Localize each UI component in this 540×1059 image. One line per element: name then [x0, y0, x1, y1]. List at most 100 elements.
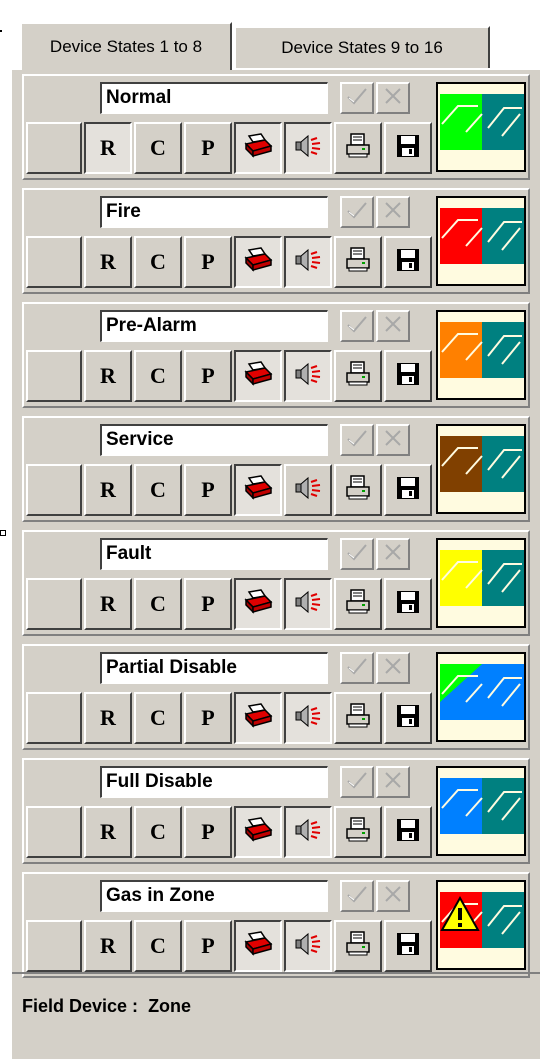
blank-button[interactable]: [26, 464, 82, 516]
sound-toggle-button[interactable]: [284, 122, 332, 174]
report-print-button[interactable]: [334, 920, 382, 972]
blank-button[interactable]: [26, 350, 82, 402]
blank-button[interactable]: [26, 692, 82, 744]
c-button[interactable]: C: [134, 692, 182, 744]
save-button[interactable]: [384, 578, 432, 630]
c-button[interactable]: C: [134, 464, 182, 516]
cancel-button[interactable]: [376, 424, 410, 456]
p-button[interactable]: P: [184, 236, 232, 288]
sound-toggle-button[interactable]: [284, 920, 332, 972]
p-button[interactable]: P: [184, 692, 232, 744]
tab-device-states-1-8[interactable]: Device States 1 to 8: [20, 22, 232, 70]
p-button[interactable]: P: [184, 806, 232, 858]
r-label: R: [100, 705, 116, 730]
blank-button[interactable]: [26, 920, 82, 972]
p-button[interactable]: P: [184, 122, 232, 174]
sound-toggle-button[interactable]: [284, 350, 332, 402]
p-button[interactable]: P: [184, 350, 232, 402]
r-button[interactable]: R: [84, 806, 132, 858]
c-button[interactable]: C: [134, 920, 182, 972]
ok-button[interactable]: [340, 424, 374, 456]
print-toggle-button[interactable]: [234, 464, 282, 516]
blank-button[interactable]: [26, 236, 82, 288]
print-toggle-button[interactable]: [234, 578, 282, 630]
r-button[interactable]: R: [84, 236, 132, 288]
ok-button[interactable]: [340, 766, 374, 798]
state-name-field[interactable]: Normal: [100, 82, 328, 114]
report-print-button[interactable]: [334, 578, 382, 630]
r-button[interactable]: R: [84, 464, 132, 516]
report-print-button[interactable]: [334, 122, 382, 174]
save-button[interactable]: [384, 236, 432, 288]
save-button[interactable]: [384, 692, 432, 744]
save-button[interactable]: [384, 806, 432, 858]
sound-toggle-button[interactable]: [284, 464, 332, 516]
c-button[interactable]: C: [134, 578, 182, 630]
save-button[interactable]: [384, 464, 432, 516]
p-button[interactable]: P: [184, 464, 232, 516]
ok-button[interactable]: [340, 652, 374, 684]
print-toggle-button[interactable]: [234, 122, 282, 174]
p-button[interactable]: P: [184, 578, 232, 630]
save-button[interactable]: [384, 920, 432, 972]
state-name-field[interactable]: Fault: [100, 538, 328, 570]
save-button[interactable]: [384, 350, 432, 402]
r-button[interactable]: R: [84, 578, 132, 630]
c-button[interactable]: C: [134, 806, 182, 858]
sound-toggle-button[interactable]: [284, 236, 332, 288]
cancel-button[interactable]: [376, 82, 410, 114]
c-button[interactable]: C: [134, 236, 182, 288]
state-name-field[interactable]: Pre-Alarm: [100, 310, 328, 342]
r-button[interactable]: R: [84, 122, 132, 174]
report-print-button[interactable]: [334, 464, 382, 516]
ok-button[interactable]: [340, 82, 374, 114]
ok-button[interactable]: [340, 310, 374, 342]
print-toggle-button[interactable]: [234, 350, 282, 402]
r-button[interactable]: R: [84, 350, 132, 402]
device-state-row: Service R C P: [22, 416, 530, 522]
checkmark-icon: [346, 884, 368, 909]
report-print-button[interactable]: [334, 236, 382, 288]
c-button[interactable]: C: [134, 122, 182, 174]
x-icon: [383, 200, 403, 225]
ok-button[interactable]: [340, 538, 374, 570]
sound-toggle-button[interactable]: [284, 578, 332, 630]
r-button[interactable]: R: [84, 692, 132, 744]
sound-toggle-button[interactable]: [284, 692, 332, 744]
device-state-row: Full Disable R C P: [22, 758, 530, 864]
p-button[interactable]: P: [184, 920, 232, 972]
state-name-field[interactable]: Full Disable: [100, 766, 328, 798]
print-toggle-button[interactable]: [234, 236, 282, 288]
report-print-button[interactable]: [334, 692, 382, 744]
blank-button[interactable]: [26, 806, 82, 858]
sound-toggle-button[interactable]: [284, 806, 332, 858]
cancel-button[interactable]: [376, 196, 410, 228]
cancel-button[interactable]: [376, 766, 410, 798]
r-button[interactable]: R: [84, 920, 132, 972]
device-states-panel: Device States 9 to 16 Device States 1 to…: [12, 0, 540, 1059]
state-name-field[interactable]: Service: [100, 424, 328, 456]
report-print-button[interactable]: [334, 806, 382, 858]
state-name-field[interactable]: Fire: [100, 196, 328, 228]
ok-button[interactable]: [340, 196, 374, 228]
p-label: P: [201, 705, 215, 730]
save-button[interactable]: [384, 122, 432, 174]
print-toggle-button[interactable]: [234, 920, 282, 972]
state-name-field[interactable]: Partial Disable: [100, 652, 328, 684]
print-toggle-button[interactable]: [234, 806, 282, 858]
cancel-button[interactable]: [376, 538, 410, 570]
tab-device-states-9-16[interactable]: Device States 9 to 16: [234, 26, 490, 68]
c-button[interactable]: C: [134, 350, 182, 402]
cancel-button[interactable]: [376, 880, 410, 912]
cancel-button[interactable]: [376, 652, 410, 684]
print-toggle-button[interactable]: [234, 692, 282, 744]
cancel-button[interactable]: [376, 310, 410, 342]
state-name-field[interactable]: Gas in Zone: [100, 880, 328, 912]
floppy-disk-icon: [395, 361, 421, 392]
state-preview-graphic: [438, 198, 524, 284]
blank-button[interactable]: [26, 578, 82, 630]
p-label: P: [201, 135, 215, 160]
ok-button[interactable]: [340, 880, 374, 912]
report-print-button[interactable]: [334, 350, 382, 402]
blank-button[interactable]: [26, 122, 82, 174]
